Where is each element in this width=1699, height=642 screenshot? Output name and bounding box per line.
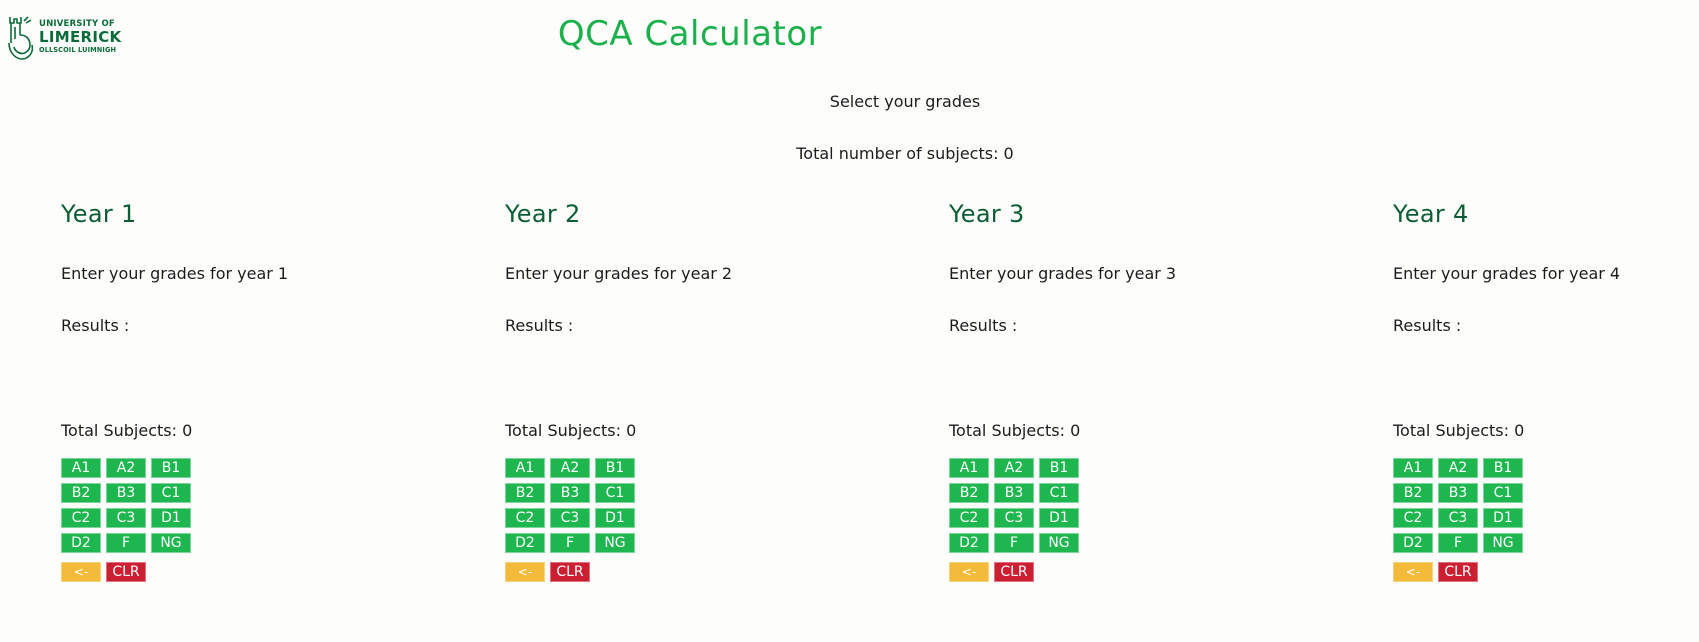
page-subtitle: Select your grades	[829, 92, 981, 111]
year-instructions: Enter your grades for year 2	[505, 264, 733, 283]
clear-button[interactable]: CLR	[1438, 562, 1478, 582]
year-heading: Year 2	[505, 200, 581, 228]
grade-button-c3[interactable]: C3	[994, 508, 1034, 528]
grade-button-ng[interactable]: NG	[151, 533, 191, 553]
year-2-section: Year 2 Enter your grades for year 2 Resu…	[505, 200, 905, 582]
results-label: Results :	[1393, 316, 1462, 335]
year-total-subjects: Total Subjects: 0	[505, 421, 637, 440]
results-row: Results :	[1393, 316, 1465, 335]
backspace-button[interactable]: <-	[1393, 562, 1433, 582]
page-title: QCA Calculator	[557, 14, 823, 54]
grade-button-a1[interactable]: A1	[949, 458, 989, 478]
year-3-section: Year 3 Enter your grades for year 3 Resu…	[949, 200, 1349, 582]
year-instructions: Enter your grades for year 4	[1393, 264, 1621, 283]
grade-button-a1[interactable]: A1	[1393, 458, 1433, 478]
year-4-section: Year 4 Enter your grades for year 4 Resu…	[1393, 200, 1693, 582]
year-instructions: Enter your grades for year 1	[61, 264, 289, 283]
grade-button-f[interactable]: F	[106, 533, 146, 553]
grade-button-c2[interactable]: C2	[949, 508, 989, 528]
grade-button-c2[interactable]: C2	[505, 508, 545, 528]
grade-button-f[interactable]: F	[550, 533, 590, 553]
grade-button-b2[interactable]: B2	[61, 483, 101, 503]
year-heading: Year 4	[1393, 200, 1469, 228]
grade-button-b1[interactable]: B1	[595, 458, 635, 478]
grade-button-a1[interactable]: A1	[61, 458, 101, 478]
grade-button-b3[interactable]: B3	[106, 483, 146, 503]
backspace-button[interactable]: <-	[61, 562, 101, 582]
grade-button-a2[interactable]: A2	[1438, 458, 1478, 478]
year-total-subjects: Total Subjects: 0	[61, 421, 193, 440]
grade-button-c2[interactable]: C2	[1393, 508, 1433, 528]
results-label: Results :	[61, 316, 130, 335]
qca-calculator-page: UNIVERSITY OF LIMERICK OLLSCOIL LUIMNIGH…	[0, 0, 1699, 642]
grade-button-c3[interactable]: C3	[1438, 508, 1478, 528]
grade-button-grid: A1 A2 B1 B2 B3 C1 C2 C3 D1 D2 F NG	[1393, 458, 1523, 553]
grade-button-d1[interactable]: D1	[151, 508, 191, 528]
grade-button-f[interactable]: F	[994, 533, 1034, 553]
grade-button-a2[interactable]: A2	[106, 458, 146, 478]
grade-button-d2[interactable]: D2	[505, 533, 545, 553]
backspace-button[interactable]: <-	[505, 562, 545, 582]
grade-button-c1[interactable]: C1	[1039, 483, 1079, 503]
grade-button-c1[interactable]: C1	[151, 483, 191, 503]
year-heading: Year 3	[949, 200, 1025, 228]
total-subjects-overall: Total number of subjects: 0	[796, 144, 1014, 163]
grade-controls: <- CLR	[61, 562, 146, 582]
grade-button-f[interactable]: F	[1438, 533, 1478, 553]
year-1-section: Year 1 Enter your grades for year 1 Resu…	[61, 200, 461, 582]
grade-button-b1[interactable]: B1	[1483, 458, 1523, 478]
grade-button-d2[interactable]: D2	[61, 533, 101, 553]
grade-button-ng[interactable]: NG	[595, 533, 635, 553]
backspace-button[interactable]: <-	[949, 562, 989, 582]
results-label: Results :	[505, 316, 574, 335]
grade-button-b2[interactable]: B2	[1393, 483, 1433, 503]
grade-button-ng[interactable]: NG	[1483, 533, 1523, 553]
grade-button-b3[interactable]: B3	[994, 483, 1034, 503]
grade-button-d2[interactable]: D2	[1393, 533, 1433, 553]
grade-button-d1[interactable]: D1	[1483, 508, 1523, 528]
results-row: Results :	[61, 316, 133, 335]
year-instructions: Enter your grades for year 3	[949, 264, 1177, 283]
year-total-subjects: Total Subjects: 0	[1393, 421, 1525, 440]
clear-button[interactable]: CLR	[550, 562, 590, 582]
grade-button-d1[interactable]: D1	[1039, 508, 1079, 528]
grade-button-b1[interactable]: B1	[1039, 458, 1079, 478]
results-row: Results :	[505, 316, 577, 335]
grade-controls: <- CLR	[1393, 562, 1478, 582]
year-heading: Year 1	[61, 200, 137, 228]
grade-button-b2[interactable]: B2	[949, 483, 989, 503]
grade-button-c2[interactable]: C2	[61, 508, 101, 528]
grade-button-a1[interactable]: A1	[505, 458, 545, 478]
grade-button-grid: A1 A2 B1 B2 B3 C1 C2 C3 D1 D2 F NG	[61, 458, 191, 553]
grade-button-c3[interactable]: C3	[106, 508, 146, 528]
clear-button[interactable]: CLR	[106, 562, 146, 582]
year-total-subjects: Total Subjects: 0	[949, 421, 1081, 440]
results-label: Results :	[949, 316, 1018, 335]
clear-button[interactable]: CLR	[994, 562, 1034, 582]
grade-button-b3[interactable]: B3	[1438, 483, 1478, 503]
grade-button-grid: A1 A2 B1 B2 B3 C1 C2 C3 D1 D2 F NG	[505, 458, 635, 553]
grade-button-a2[interactable]: A2	[550, 458, 590, 478]
grade-button-b3[interactable]: B3	[550, 483, 590, 503]
grade-button-c3[interactable]: C3	[550, 508, 590, 528]
grade-button-b1[interactable]: B1	[151, 458, 191, 478]
grade-button-d2[interactable]: D2	[949, 533, 989, 553]
grade-button-grid: A1 A2 B1 B2 B3 C1 C2 C3 D1 D2 F NG	[949, 458, 1079, 553]
grade-button-d1[interactable]: D1	[595, 508, 635, 528]
grade-button-ng[interactable]: NG	[1039, 533, 1079, 553]
grade-button-a2[interactable]: A2	[994, 458, 1034, 478]
grade-controls: <- CLR	[505, 562, 590, 582]
grade-button-c1[interactable]: C1	[1483, 483, 1523, 503]
grade-button-b2[interactable]: B2	[505, 483, 545, 503]
results-row: Results :	[949, 316, 1021, 335]
grade-button-c1[interactable]: C1	[595, 483, 635, 503]
grade-controls: <- CLR	[949, 562, 1034, 582]
